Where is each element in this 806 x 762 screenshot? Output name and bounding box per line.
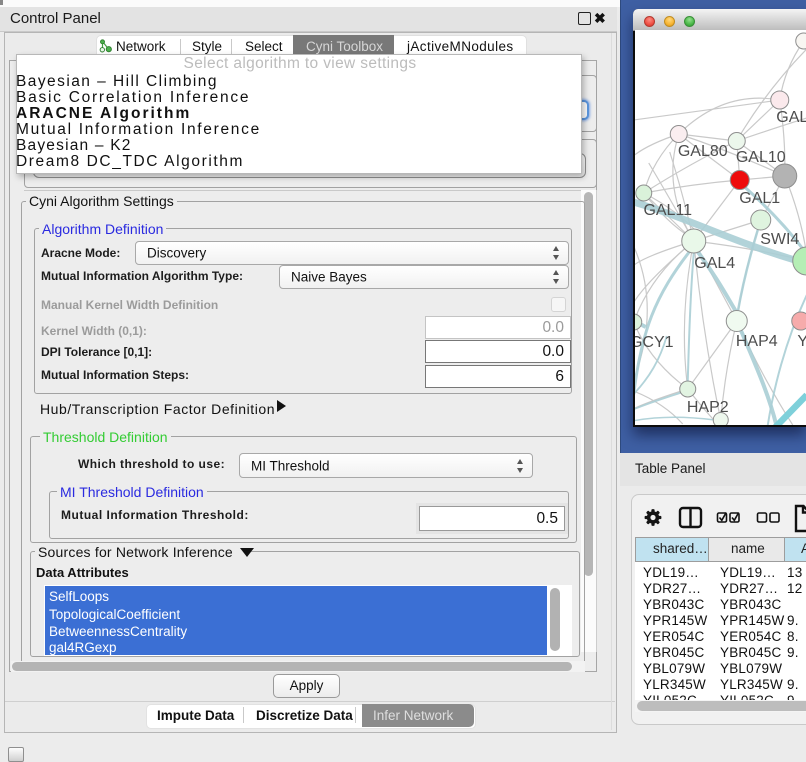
svg-text:SWI4: SWI4 (760, 231, 799, 248)
svg-text:HAP2: HAP2 (686, 399, 728, 416)
svg-text:GAL7: GAL7 (776, 109, 806, 126)
svg-text:GAL10: GAL10 (735, 149, 785, 166)
svg-text:GAL80: GAL80 (677, 143, 727, 160)
svg-text:HAP4: HAP4 (735, 333, 777, 350)
svg-text:GAL1: GAL1 (739, 190, 780, 207)
svg-text:GAL4: GAL4 (694, 255, 735, 272)
svg-text:GAL11: GAL11 (643, 202, 692, 219)
svg-text:GCY1: GCY1 (635, 334, 674, 351)
svg-text:YJ: YJ (797, 333, 806, 350)
